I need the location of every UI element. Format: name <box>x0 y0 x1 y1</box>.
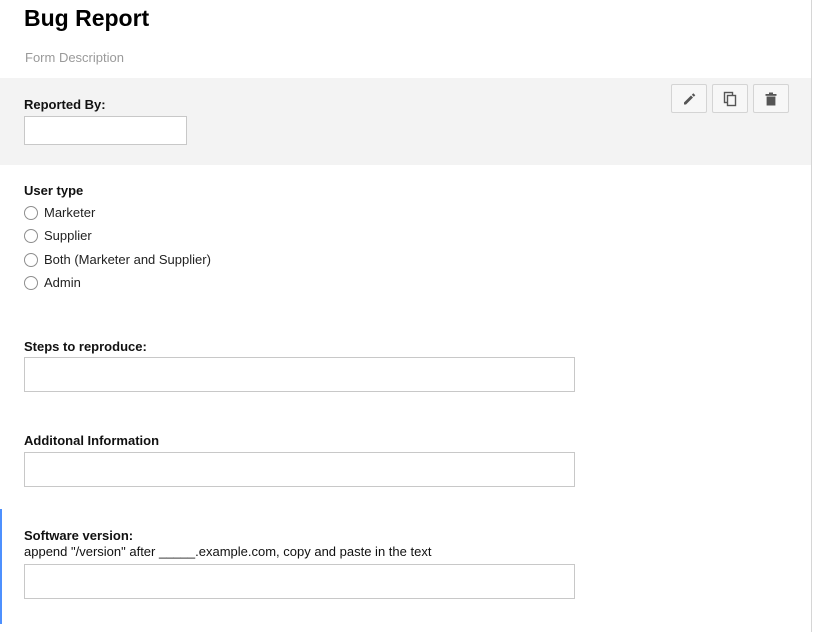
radio-option-supplier[interactable]: Supplier <box>24 227 92 245</box>
pencil-icon <box>684 92 696 104</box>
radio-button[interactable] <box>24 229 38 243</box>
question-label-steps: Steps to reproduce: <box>24 339 147 354</box>
radio-button[interactable] <box>24 276 38 290</box>
radio-option-both[interactable]: Both (Marketer and Supplier) <box>24 251 211 269</box>
radio-option-admin[interactable]: Admin <box>24 274 81 292</box>
radio-option-label: Marketer <box>44 205 96 220</box>
radio-option-label: Both (Marketer and Supplier) <box>44 252 211 267</box>
software-version-input[interactable] <box>24 564 575 599</box>
radio-option-label: Supplier <box>44 228 92 243</box>
question-label-additional: Additonal Information <box>24 433 160 448</box>
additional-information-input[interactable] <box>24 452 575 487</box>
form-description[interactable]: Form Description <box>25 50 124 66</box>
duplicate-icon <box>723 91 737 106</box>
question-focus-indicator <box>0 509 2 624</box>
form-title[interactable]: Bug Report <box>24 4 149 32</box>
radio-button[interactable] <box>24 206 38 220</box>
form-editor-page: Bug Report Form Description Reported By:… <box>0 0 815 632</box>
radio-option-marketer[interactable]: Marketer <box>24 204 95 222</box>
radio-button[interactable] <box>24 253 38 267</box>
question-label-user-type: User type <box>24 183 84 198</box>
question-label-reported-by: Reported By: <box>24 97 106 112</box>
delete-question-button[interactable] <box>753 84 789 113</box>
trash-icon <box>765 92 777 105</box>
question-help-software-version: append "/version" after _____.example.co… <box>24 544 432 559</box>
steps-to-reproduce-input[interactable] <box>24 357 575 392</box>
question-label-software-version: Software version: <box>24 528 134 543</box>
radio-option-label: Admin <box>44 275 81 290</box>
reported-by-input[interactable] <box>24 116 187 145</box>
page-border <box>811 0 812 632</box>
edit-question-button[interactable] <box>671 84 707 113</box>
duplicate-question-button[interactable] <box>712 84 748 113</box>
